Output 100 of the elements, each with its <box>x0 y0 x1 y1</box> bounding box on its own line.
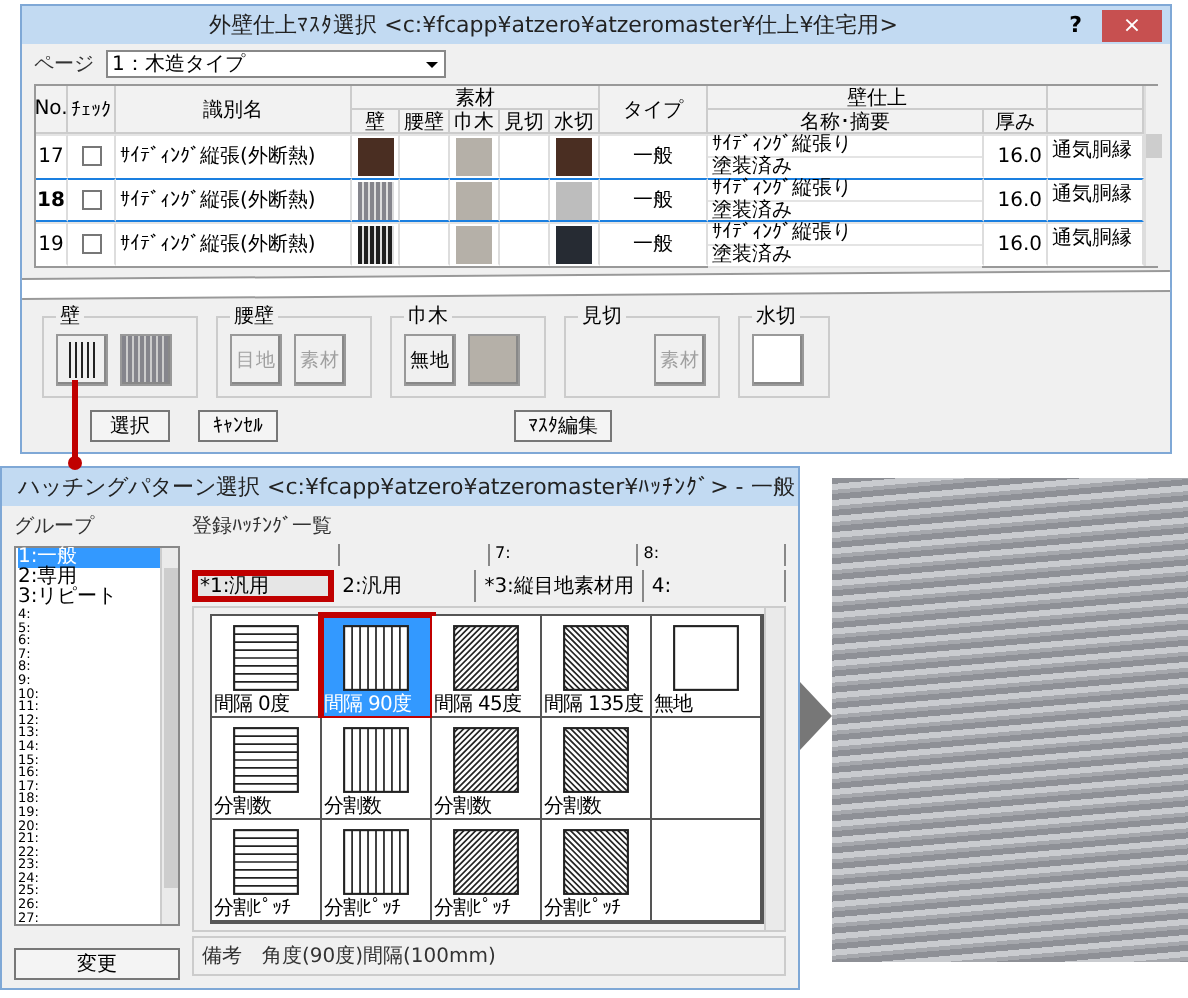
group-title: 壁 <box>58 303 82 330</box>
column-header: 水切 <box>550 110 600 134</box>
pattern-cell[interactable]: 分割数 <box>212 718 322 820</box>
table-cell: ｻｲﾃﾞｨﾝｸﾞ縦張り <box>708 136 982 158</box>
master-edit-button[interactable]: ﾏｽﾀ編集 <box>514 410 612 442</box>
table-cell: 通気胴縁 <box>1048 178 1144 222</box>
column-header: No. <box>36 86 68 134</box>
hatch-pattern-icon <box>452 726 520 794</box>
pattern-label: 分割ﾋﾟｯﾁ <box>542 898 621 920</box>
row-number: 19 <box>36 222 68 266</box>
column-header: タイプ <box>600 86 708 134</box>
table-cell: 塗装済み <box>708 246 982 268</box>
table-cell: 16.0 <box>984 222 1048 266</box>
hatch-pattern-icon <box>232 726 300 794</box>
pattern-label: 間隔 0度 <box>212 694 290 716</box>
pattern-label: 間隔 90度 <box>322 694 412 716</box>
pattern-cell[interactable]: 分割ﾋﾟｯﾁ <box>432 820 542 922</box>
table-cell: 一般 <box>600 134 708 178</box>
row-number: 18 <box>36 178 68 222</box>
hatch-pattern-icon <box>562 726 630 794</box>
table-cell: ｻｲﾃﾞｨﾝｸﾞ縦張(外断熱) <box>116 178 352 222</box>
pattern-cell[interactable]: 間隔 45度 <box>432 616 542 718</box>
tab[interactable]: 8: <box>637 544 786 566</box>
triangle-arrow-icon <box>800 682 832 750</box>
hatch-pattern-icon <box>342 726 410 794</box>
material-button[interactable] <box>752 334 804 386</box>
pattern-label: 分割数 <box>432 796 492 818</box>
table-cell: 16.0 <box>984 134 1048 178</box>
group-title: 見切 <box>580 303 624 330</box>
table-cell: 16.0 <box>984 178 1048 222</box>
column-header: 壁 <box>352 110 400 134</box>
pattern-cell[interactable]: 分割ﾋﾟｯﾁ <box>212 820 322 922</box>
note-text: 角度(90度)間隔(100mm) <box>262 943 496 970</box>
hatch-pattern-icon <box>232 624 300 692</box>
hatch-pattern-icon <box>342 828 410 896</box>
dialog-button[interactable]: ｷｬﾝｾﾙ <box>198 410 278 442</box>
column-header: 識別名 <box>116 86 352 134</box>
table-cell: 通気胴縁 <box>1048 134 1144 178</box>
hatch-pattern-icon <box>342 624 410 692</box>
tab[interactable]: 7: <box>489 544 638 566</box>
vertical-lines-icon <box>66 342 98 378</box>
dialog-button[interactable]: 選択 <box>90 410 170 442</box>
pattern-label: 無地 <box>652 694 693 716</box>
pattern-cell[interactable]: 間隔 135度 <box>542 616 652 718</box>
pattern-cell[interactable]: 分割数 <box>432 718 542 820</box>
blank-pattern-icon <box>672 624 740 692</box>
hatch-pattern-icon <box>452 828 520 896</box>
table-cell: ｻｲﾃﾞｨﾝｸﾞ縦張り <box>708 180 982 202</box>
column-header: 巾木 <box>450 110 500 134</box>
window-title: ハッチングパターン選択 <c:¥fcapp¥atzero¥atzeromaster¥ﾊｯﾁﾝｸﾞ> - 一般 <box>18 472 795 502</box>
pattern-cell[interactable]: 分割数 <box>542 718 652 820</box>
pattern-label: 分割ﾋﾟｯﾁ <box>212 898 291 920</box>
hatch-button[interactable] <box>56 334 108 386</box>
checkbox[interactable] <box>81 190 101 210</box>
column-header: 腰壁 <box>400 110 450 134</box>
page-label: ページ <box>34 52 94 78</box>
column-header: 壁仕上 <box>708 86 1048 110</box>
table-cell: 一般 <box>600 222 708 266</box>
pattern-label: 分割数 <box>542 796 602 818</box>
checkbox[interactable] <box>81 234 101 254</box>
column-header: 見切 <box>500 110 550 134</box>
pattern-label: 間隔 45度 <box>432 694 522 716</box>
pattern-cell[interactable]: 無地 <box>652 616 762 718</box>
dropdown-caret-icon <box>424 56 440 72</box>
pattern-label: 分割ﾋﾟｯﾁ <box>322 898 401 920</box>
help-button[interactable]: ? <box>1069 12 1082 38</box>
pattern-label: 分割数 <box>322 796 382 818</box>
table-cell: 通気胴縁 <box>1048 222 1144 266</box>
material-button[interactable] <box>120 334 172 386</box>
hatch-pattern-icon <box>562 624 630 692</box>
list-item[interactable]: 3:リピート <box>18 588 160 608</box>
tab[interactable]: *1:汎用 <box>192 570 335 602</box>
column-header: 厚み <box>984 110 1048 134</box>
group-label: グループ <box>14 513 97 540</box>
note-label: 備考 <box>202 943 242 970</box>
row-number: 17 <box>36 134 68 178</box>
table-cell: ｻｲﾃﾞｨﾝｸﾞ縦張(外断熱) <box>116 222 352 266</box>
group-title: 水切 <box>754 303 798 330</box>
change-button[interactable]: 変更 <box>14 948 180 980</box>
page-dropdown[interactable]: 1：木造タイプ <box>106 50 446 78</box>
pattern-button[interactable]: 無地 <box>404 334 456 386</box>
dropdown-value: 1：木造タイプ <box>112 51 245 78</box>
pattern-cell[interactable]: 分割ﾋﾟｯﾁ <box>322 820 432 922</box>
pattern-cell[interactable]: 間隔 0度 <box>212 616 322 718</box>
leader-line <box>72 380 78 464</box>
list-label: 登録ﾊｯﾁﾝｸﾞ一覧 <box>192 513 334 540</box>
hatch-pattern-icon <box>452 624 520 692</box>
list-item[interactable]: 2:専用 <box>18 568 160 588</box>
column-header: 素材 <box>352 86 600 110</box>
scrollbar-thumb <box>1146 134 1162 158</box>
table-cell: 塗装済み <box>708 158 982 180</box>
pattern-cell[interactable]: 分割数 <box>322 718 432 820</box>
close-button[interactable]: × <box>1102 9 1162 41</box>
checkbox[interactable] <box>81 146 101 166</box>
pattern-cell[interactable]: 分割ﾋﾟｯﾁ <box>542 820 652 922</box>
pattern-label: 分割数 <box>212 796 272 818</box>
table-cell: ｻｲﾃﾞｨﾝｸﾞ縦張り <box>708 224 982 246</box>
pattern-label: 分割ﾋﾟｯﾁ <box>432 898 511 920</box>
hatch-pattern-icon <box>562 828 630 896</box>
pattern-label: 間隔 135度 <box>542 694 643 716</box>
